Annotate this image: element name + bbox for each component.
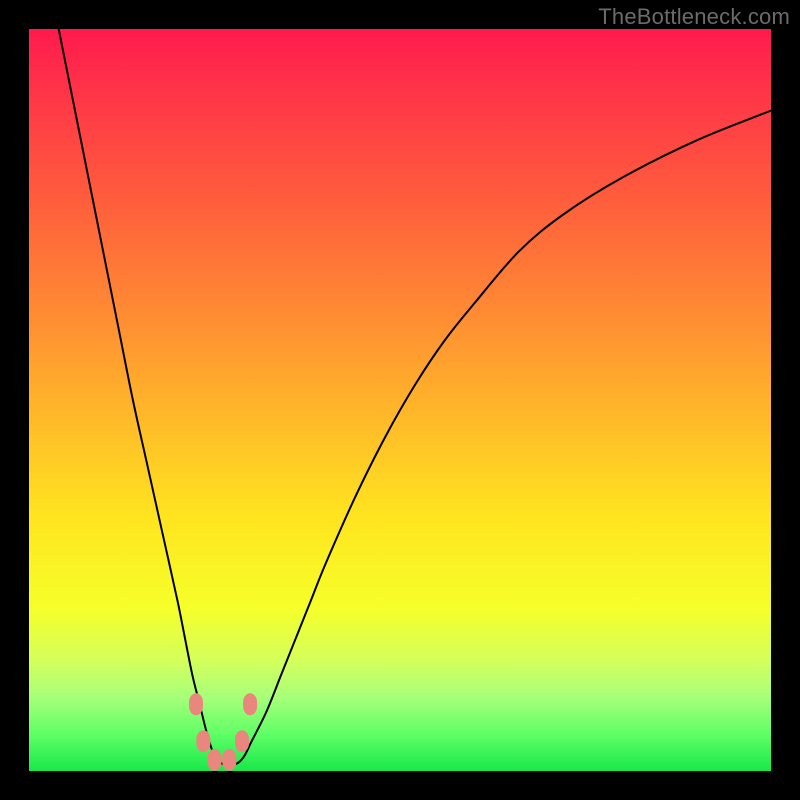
curve-marker bbox=[235, 730, 249, 752]
plot-area bbox=[29, 29, 771, 771]
curve-marker bbox=[189, 693, 203, 715]
watermark-text: TheBottleneck.com bbox=[598, 4, 790, 30]
bottleneck-curve bbox=[59, 29, 771, 764]
bottleneck-curve-svg bbox=[29, 29, 771, 771]
curve-marker bbox=[196, 730, 210, 752]
curve-marker bbox=[243, 693, 257, 715]
curve-marker bbox=[222, 749, 236, 771]
curve-markers bbox=[189, 693, 257, 771]
chart-frame: TheBottleneck.com bbox=[0, 0, 800, 800]
curve-marker bbox=[208, 749, 222, 771]
